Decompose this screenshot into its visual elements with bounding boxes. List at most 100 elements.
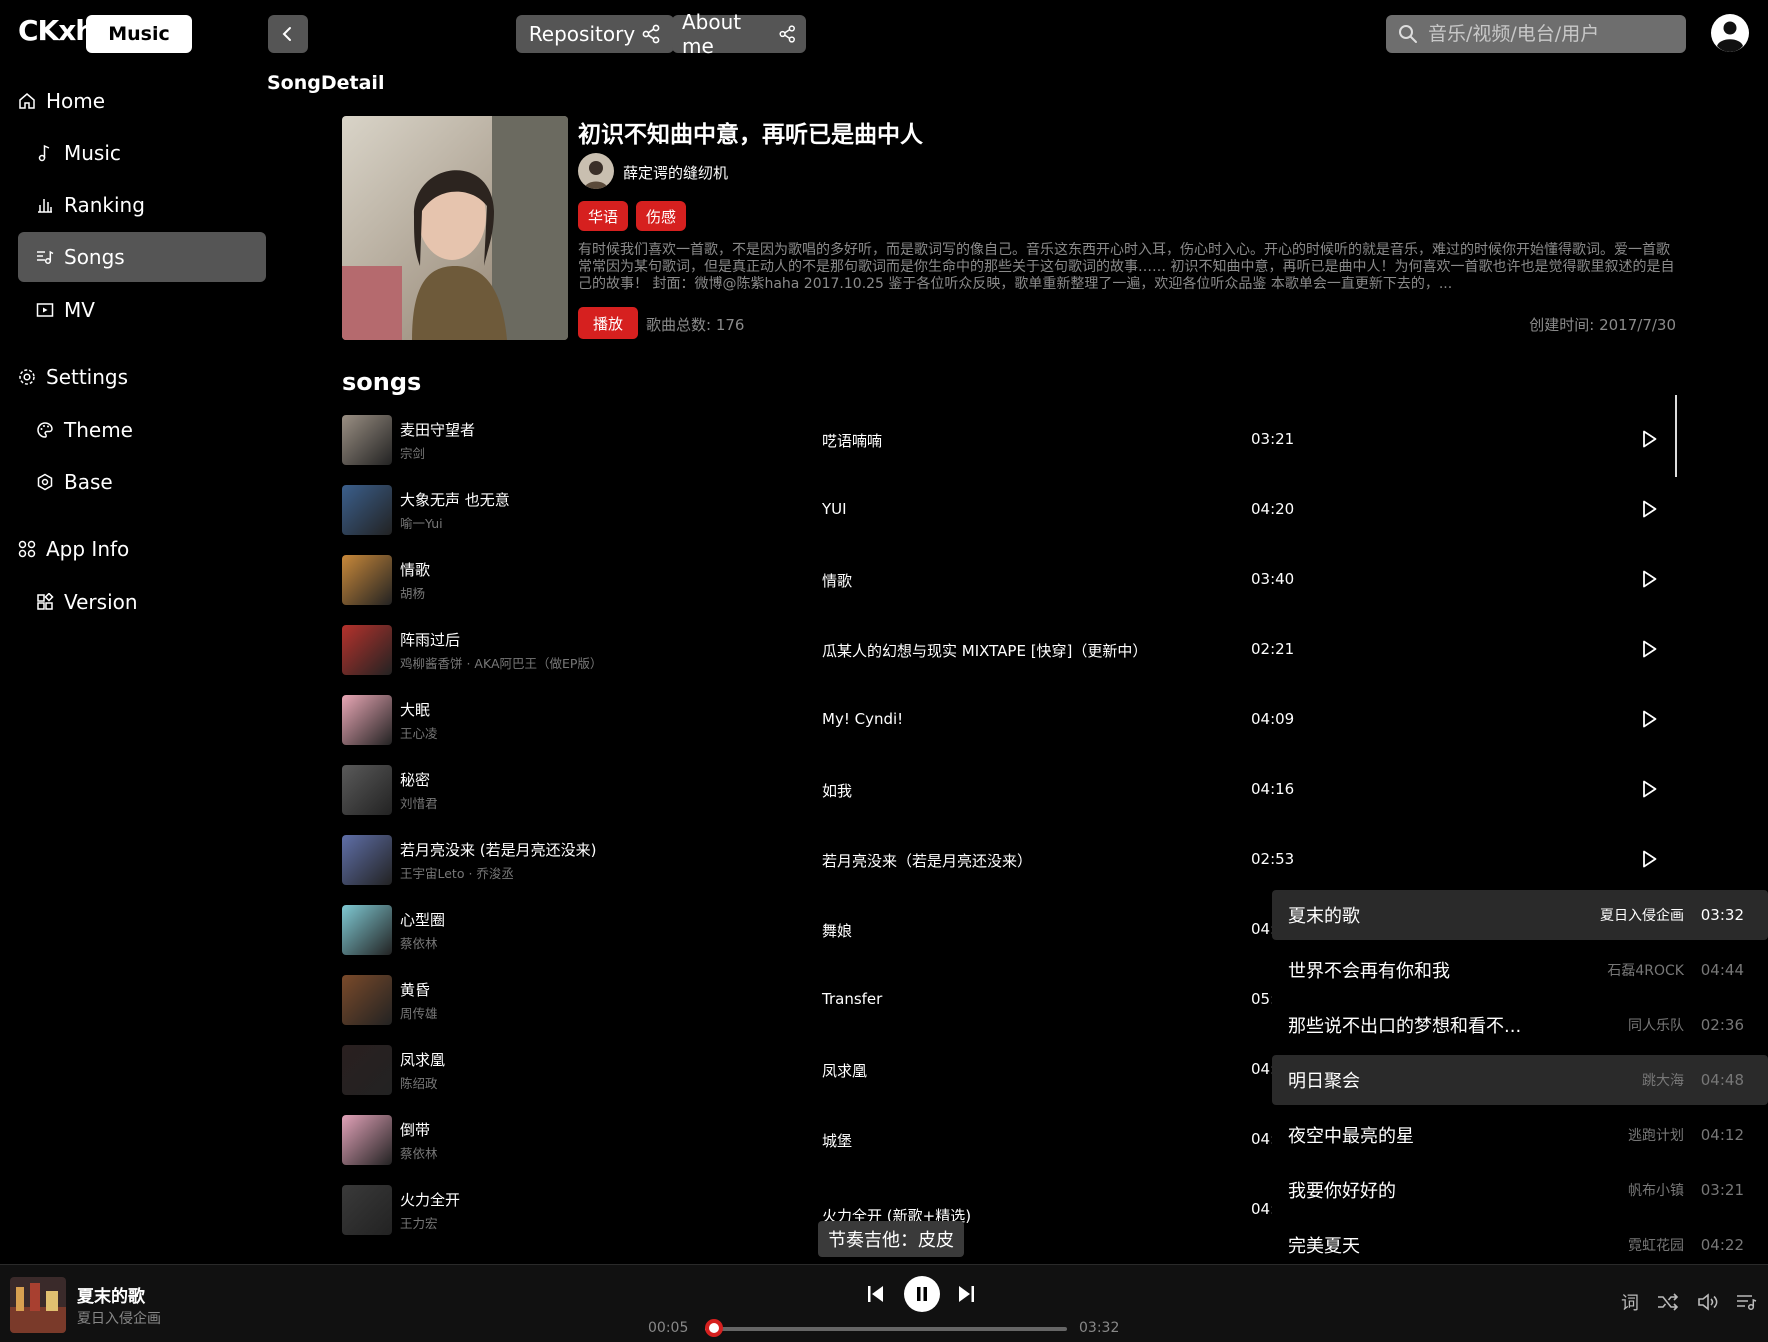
shuffle-button[interactable] <box>1654 1290 1682 1314</box>
song-row[interactable]: 麦田守望者 宗剑 呓语喃喃 03:21 <box>342 405 1672 475</box>
song-artist[interactable]: 刘惜君 <box>400 793 438 812</box>
song-artist[interactable]: 王心凌 <box>400 723 438 742</box>
lyrics-button[interactable]: 词 <box>1616 1290 1644 1314</box>
song-name[interactable]: 麦田守望者 <box>400 419 475 440</box>
song-row[interactable]: 秘密 刘惜君 如我 04:16 <box>342 755 1672 825</box>
user-avatar[interactable] <box>1711 14 1749 52</box>
song-row[interactable]: 情歌 胡杨 情歌 03:40 <box>342 545 1672 615</box>
volume-button[interactable] <box>1694 1290 1722 1314</box>
song-album[interactable]: 呓语喃喃 <box>822 430 882 451</box>
tag-badge[interactable]: 伤感 <box>636 201 687 231</box>
song-name[interactable]: 大眠 <box>400 699 430 720</box>
queue-item[interactable]: 明日聚会 跳大海 04:48 <box>1272 1055 1768 1105</box>
play-circle-icon[interactable] <box>1638 708 1660 730</box>
creator-name[interactable]: 薛定谔的缝纫机 <box>623 162 728 183</box>
now-playing-cover[interactable] <box>10 1277 66 1333</box>
sidebar-item-settings[interactable]: Settings <box>18 352 266 402</box>
pause-button[interactable] <box>904 1276 940 1312</box>
song-cover-thumb <box>342 765 392 815</box>
song-name[interactable]: 秘密 <box>400 769 430 790</box>
song-row[interactable]: 阵雨过后 鸡柳酱香饼 · AKA阿巴王（做EP版） 瓜某人的幻想与现实 MIXT… <box>342 615 1672 685</box>
song-album[interactable]: 如我 <box>822 780 852 801</box>
song-name[interactable]: 黄昏 <box>400 979 430 1000</box>
song-artist[interactable]: 王力宏 <box>400 1213 438 1232</box>
song-artist[interactable]: 喻一Yui <box>400 513 443 532</box>
song-artist[interactable]: 周传雄 <box>400 1003 438 1022</box>
sidebar-item-base[interactable]: Base <box>18 457 266 507</box>
sidebar-item-app-info[interactable]: App Info <box>18 524 266 574</box>
song-name[interactable]: 心型圈 <box>400 909 445 930</box>
queue-item[interactable]: 世界不会再有你和我 石磊4ROCK 04:44 <box>1272 945 1768 995</box>
sidebar-item-mv[interactable]: MV <box>18 285 266 335</box>
play-all-button[interactable]: 播放 <box>578 307 638 339</box>
song-album[interactable]: Transfer <box>822 990 882 1008</box>
song-artist[interactable]: 蔡依林 <box>400 933 438 952</box>
song-name[interactable]: 若月亮没来 (若是月亮还没来) <box>400 839 596 860</box>
sidebar-item-songs[interactable]: Songs <box>18 232 266 282</box>
about-me-button[interactable]: About me <box>672 10 806 58</box>
song-artist[interactable]: 宗剑 <box>400 443 425 462</box>
song-artist[interactable]: 陈绍政 <box>400 1073 438 1092</box>
queue-item[interactable]: 夜空中最亮的星 逃跑计划 04:12 <box>1272 1110 1768 1160</box>
song-name[interactable]: 阵雨过后 <box>400 629 460 650</box>
search-input[interactable] <box>1426 22 1676 46</box>
song-artist[interactable]: 鸡柳酱香饼 · AKA阿巴王（做EP版） <box>400 653 602 672</box>
song-name[interactable]: 大象无声 也无意 <box>400 489 510 510</box>
song-artist[interactable]: 胡杨 <box>400 583 425 602</box>
queue-song-name: 完美夏天 <box>1288 1236 1360 1257</box>
tag-badge[interactable]: 华语 <box>578 201 629 231</box>
song-album[interactable]: 瓜某人的幻想与现实 MIXTAPE [快穿]（更新中） <box>822 640 1147 661</box>
sidebar-item-music[interactable]: Music <box>18 128 266 178</box>
play-circle-icon[interactable] <box>1638 568 1660 590</box>
sidebar-item-theme[interactable]: Theme <box>18 405 266 455</box>
scrollbar-thumb[interactable] <box>1675 395 1677 477</box>
queue-item[interactable]: 那些说不出口的梦想和看不... 同人乐队 02:36 <box>1272 1000 1768 1050</box>
queue-song-name: 夏末的歌 <box>1288 906 1360 927</box>
search-box[interactable] <box>1386 15 1686 53</box>
about-me-label: About me <box>682 10 742 58</box>
repository-button[interactable]: Repository <box>516 15 674 53</box>
creator-avatar[interactable] <box>578 153 614 189</box>
queue-item[interactable]: 完美夏天 霓虹花园 04:22 <box>1272 1220 1768 1260</box>
song-row[interactable]: 大眠 王心凌 My! Cyndi! 04:09 <box>342 685 1672 755</box>
song-name[interactable]: 情歌 <box>400 559 430 580</box>
play-circle-icon[interactable] <box>1638 428 1660 450</box>
song-artist[interactable]: 王宇宙Leto · 乔浚丞 <box>400 863 514 882</box>
song-name[interactable]: 倒带 <box>400 1119 430 1140</box>
video-icon <box>36 303 54 317</box>
play-circle-icon[interactable] <box>1638 778 1660 800</box>
song-album[interactable]: 城堡 <box>822 1130 852 1151</box>
song-album[interactable]: 凤求凰 <box>822 1060 867 1081</box>
play-circle-icon[interactable] <box>1638 638 1660 660</box>
queue-item[interactable]: 夏末的歌 夏日入侵企画 03:32 <box>1272 890 1768 940</box>
base-settings-icon <box>37 473 53 491</box>
now-playing-artist[interactable]: 夏日入侵企画 <box>77 1308 161 1328</box>
song-album[interactable]: My! Cyndi! <box>822 710 903 728</box>
progress-knob[interactable] <box>705 1319 723 1337</box>
now-playing-title[interactable]: 夏末的歌 <box>77 1282 145 1307</box>
play-circle-icon[interactable] <box>1638 848 1660 870</box>
back-button[interactable] <box>268 15 308 53</box>
skip-previous-icon <box>868 1286 883 1302</box>
song-duration: 02:53 <box>1251 850 1295 868</box>
song-row[interactable]: 大象无声 也无意 喻一Yui YUI 04:20 <box>342 475 1672 545</box>
sidebar-item-label: Settings <box>46 365 129 389</box>
song-artist[interactable]: 蔡依林 <box>400 1143 438 1162</box>
play-circle-icon[interactable] <box>1638 498 1660 520</box>
sidebar-item-ranking[interactable]: Ranking <box>18 180 266 230</box>
sidebar-item-version[interactable]: Version <box>18 577 266 627</box>
sidebar-item-home[interactable]: Home <box>18 76 266 126</box>
song-album[interactable]: 情歌 <box>822 570 852 591</box>
next-button[interactable] <box>952 1280 980 1308</box>
playlist-queue-button[interactable] <box>1734 1290 1760 1314</box>
queue-item[interactable]: 我要你好好的 帆布小镇 03:21 <box>1272 1165 1768 1215</box>
previous-button[interactable] <box>862 1280 890 1308</box>
song-name[interactable]: 凤求凰 <box>400 1049 445 1070</box>
song-album[interactable]: 若月亮没来（若是月亮还没来） <box>822 850 1032 871</box>
song-album[interactable]: YUI <box>822 500 847 518</box>
progress-track[interactable] <box>705 1327 1067 1331</box>
song-album[interactable]: 舞娘 <box>822 920 852 941</box>
pause-icon <box>917 1287 927 1301</box>
song-row[interactable]: 若月亮没来 (若是月亮还没来) 王宇宙Leto · 乔浚丞 若月亮没来（若是月亮… <box>342 825 1672 895</box>
song-name[interactable]: 火力全开 <box>400 1189 460 1210</box>
